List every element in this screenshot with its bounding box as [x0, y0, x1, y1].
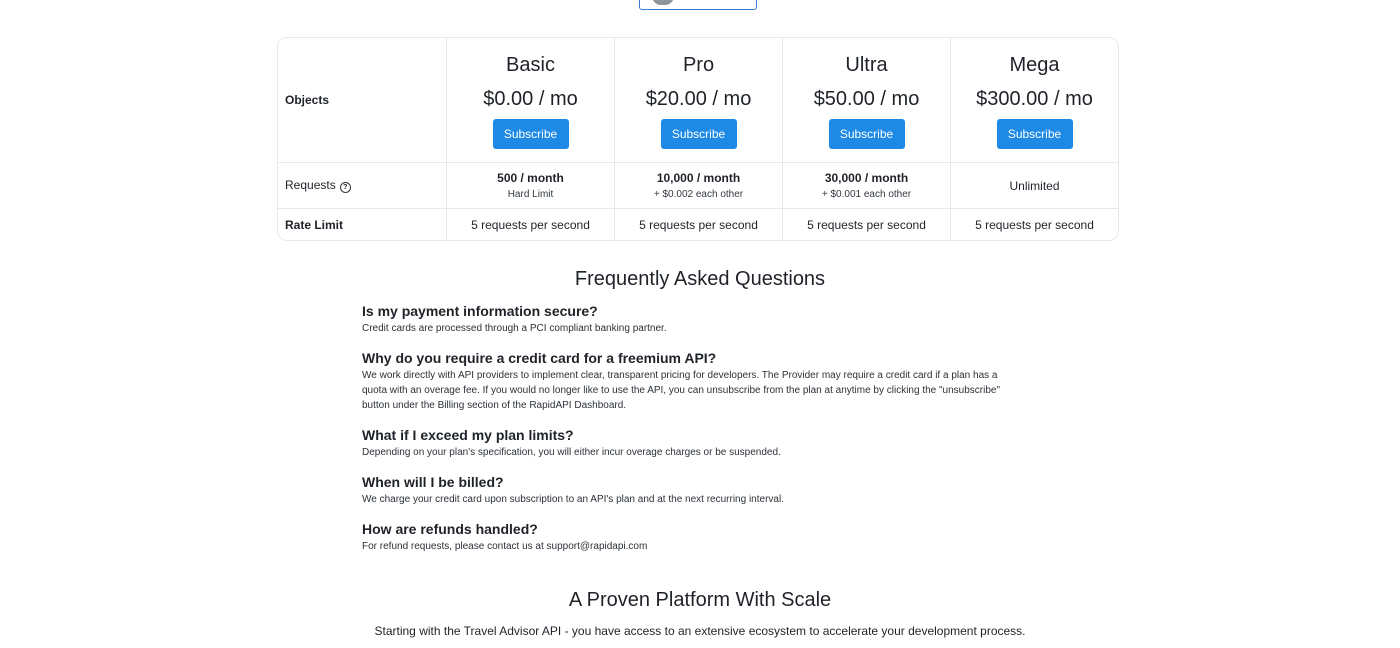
faq-answer: We work directly with API providers to i…: [362, 370, 1001, 411]
plan-name: Mega: [1009, 54, 1060, 76]
objects-label: Objects: [278, 38, 447, 163]
faq-item: What if I exceed my plan limits? Dependi…: [362, 427, 1022, 460]
rate-limit-ultra: 5 requests per second: [783, 209, 951, 240]
requests-cell-basic: 500 / month Hard Limit: [447, 163, 615, 209]
faq-answer: We charge your credit card upon subscrip…: [362, 494, 784, 505]
subscribe-button-basic[interactable]: Subscribe: [492, 119, 569, 149]
faq-question: Why do you require a credit card for a f…: [362, 350, 717, 366]
plan-column-pro: Pro $20.00 / mo Subscribe: [615, 38, 783, 163]
plan-column-ultra: Ultra $50.00 / mo Subscribe: [783, 38, 951, 163]
plan-name: Basic: [506, 54, 555, 76]
rate-limit-mega: 5 requests per second: [975, 217, 1094, 232]
info-icon[interactable]: ?: [339, 182, 351, 193]
plan-column-mega: Mega $300.00 / mo Subscribe: [951, 38, 1118, 163]
faq-item: Why do you require a credit card for a f…: [362, 350, 1022, 413]
faq-question: Is my payment information secure?: [362, 303, 598, 319]
requests-quota: 30,000 / month: [824, 170, 909, 185]
plan-column-basic: Basic $0.00 / mo Subscribe: [447, 38, 615, 163]
faq-answer: For refund requests, please contact us a…: [362, 541, 648, 552]
faq-list: Is my payment information secure? Credit…: [362, 303, 1022, 568]
faq-item: When will I be billed? We charge your cr…: [362, 474, 1022, 507]
pricing-table: Objects Basic $0.00 / mo Subscribe Pro $…: [277, 37, 1119, 241]
rate-limit-pro: 5 requests per second: [615, 209, 783, 240]
requests-label: Requests?: [278, 163, 447, 209]
plan-price: $20.00 / mo: [645, 88, 752, 110]
requests-cell-pro: 10,000 / month + $0.002 each other: [615, 163, 783, 209]
plan-price: $300.00 / mo: [976, 88, 1093, 110]
requests-overage: + $0.002 each other: [653, 188, 744, 200]
plan-name: Pro: [682, 54, 715, 76]
avatar: [652, 0, 674, 5]
faq-item: How are refunds handled? For refund requ…: [362, 521, 1022, 554]
plan-price: $0.00 / mo: [483, 88, 578, 110]
requests-label-text: Requests: [285, 178, 336, 192]
platform-description: Starting with the Travel Advisor API - y…: [374, 624, 1026, 638]
requests-quota: Unlimited: [1009, 178, 1060, 193]
faq-item: Is my payment information secure? Credit…: [362, 303, 1022, 336]
faq-question: What if I exceed my plan limits?: [362, 427, 574, 443]
subscribe-button-pro[interactable]: Subscribe: [660, 119, 737, 149]
plan-price: $50.00 / mo: [813, 88, 920, 110]
platform-title: A Proven Platform With Scale: [568, 589, 832, 611]
requests-overage: + $0.001 each other: [821, 188, 912, 200]
rate-limit-label: Rate Limit: [278, 209, 447, 240]
requests-quota: 500 / month: [497, 170, 564, 185]
faq-question: When will I be billed?: [362, 474, 504, 490]
plan-name: Ultra: [845, 54, 888, 76]
subscribe-button-ultra[interactable]: Subscribe: [828, 119, 905, 149]
subscribe-button-mega[interactable]: Subscribe: [996, 119, 1073, 149]
faq-title: Frequently Asked Questions: [574, 268, 826, 290]
rate-limit-basic: 5 requests per second: [447, 209, 615, 240]
faq-question: How are refunds handled?: [362, 521, 538, 537]
requests-overage: Hard Limit: [507, 188, 554, 200]
user-menu-button[interactable]: [639, 0, 757, 10]
faq-answer: Depending on your plan's specification, …: [362, 447, 781, 458]
requests-cell-mega: Unlimited: [951, 163, 1118, 209]
faq-answer: Credit cards are processed through a PCI…: [362, 323, 667, 334]
requests-quota: 10,000 / month: [656, 170, 741, 185]
requests-cell-ultra: 30,000 / month + $0.001 each other: [783, 163, 951, 209]
